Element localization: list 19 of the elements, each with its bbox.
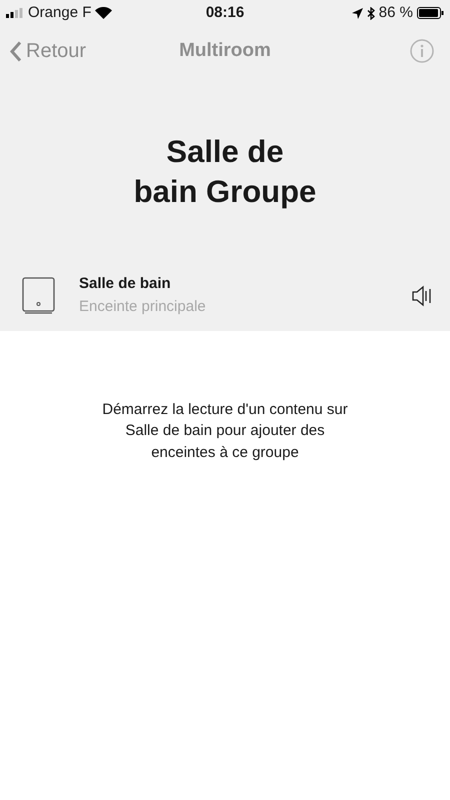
info-message-line: Salle de bain pour ajouter des [124,421,326,442]
carrier-name: Orange F [28,2,92,23]
battery-icon [417,7,444,19]
wifi-icon [95,7,112,19]
info-message-line: enceintes à ce groupe [150,443,300,464]
group-title: bain Groupe [132,173,318,212]
volume-icon[interactable] [412,284,432,307]
group-title: Salle de [165,133,285,171]
battery-percent: 86 % [378,2,413,23]
nav-title: Multiroom [179,38,271,63]
bluetooth-icon [366,6,375,20]
signal-icon [6,8,24,18]
status-time: 08:16 [206,2,244,23]
speaker-device-icon [22,277,55,314]
speaker-name: Salle de bain [79,274,172,294]
chevron-left-icon [10,40,22,62]
location-arrow-icon [352,8,363,18]
info-message-line: Démarrez la lecture d'un contenu sur [101,400,349,420]
speaker-role: Enceinte principale [79,296,207,317]
